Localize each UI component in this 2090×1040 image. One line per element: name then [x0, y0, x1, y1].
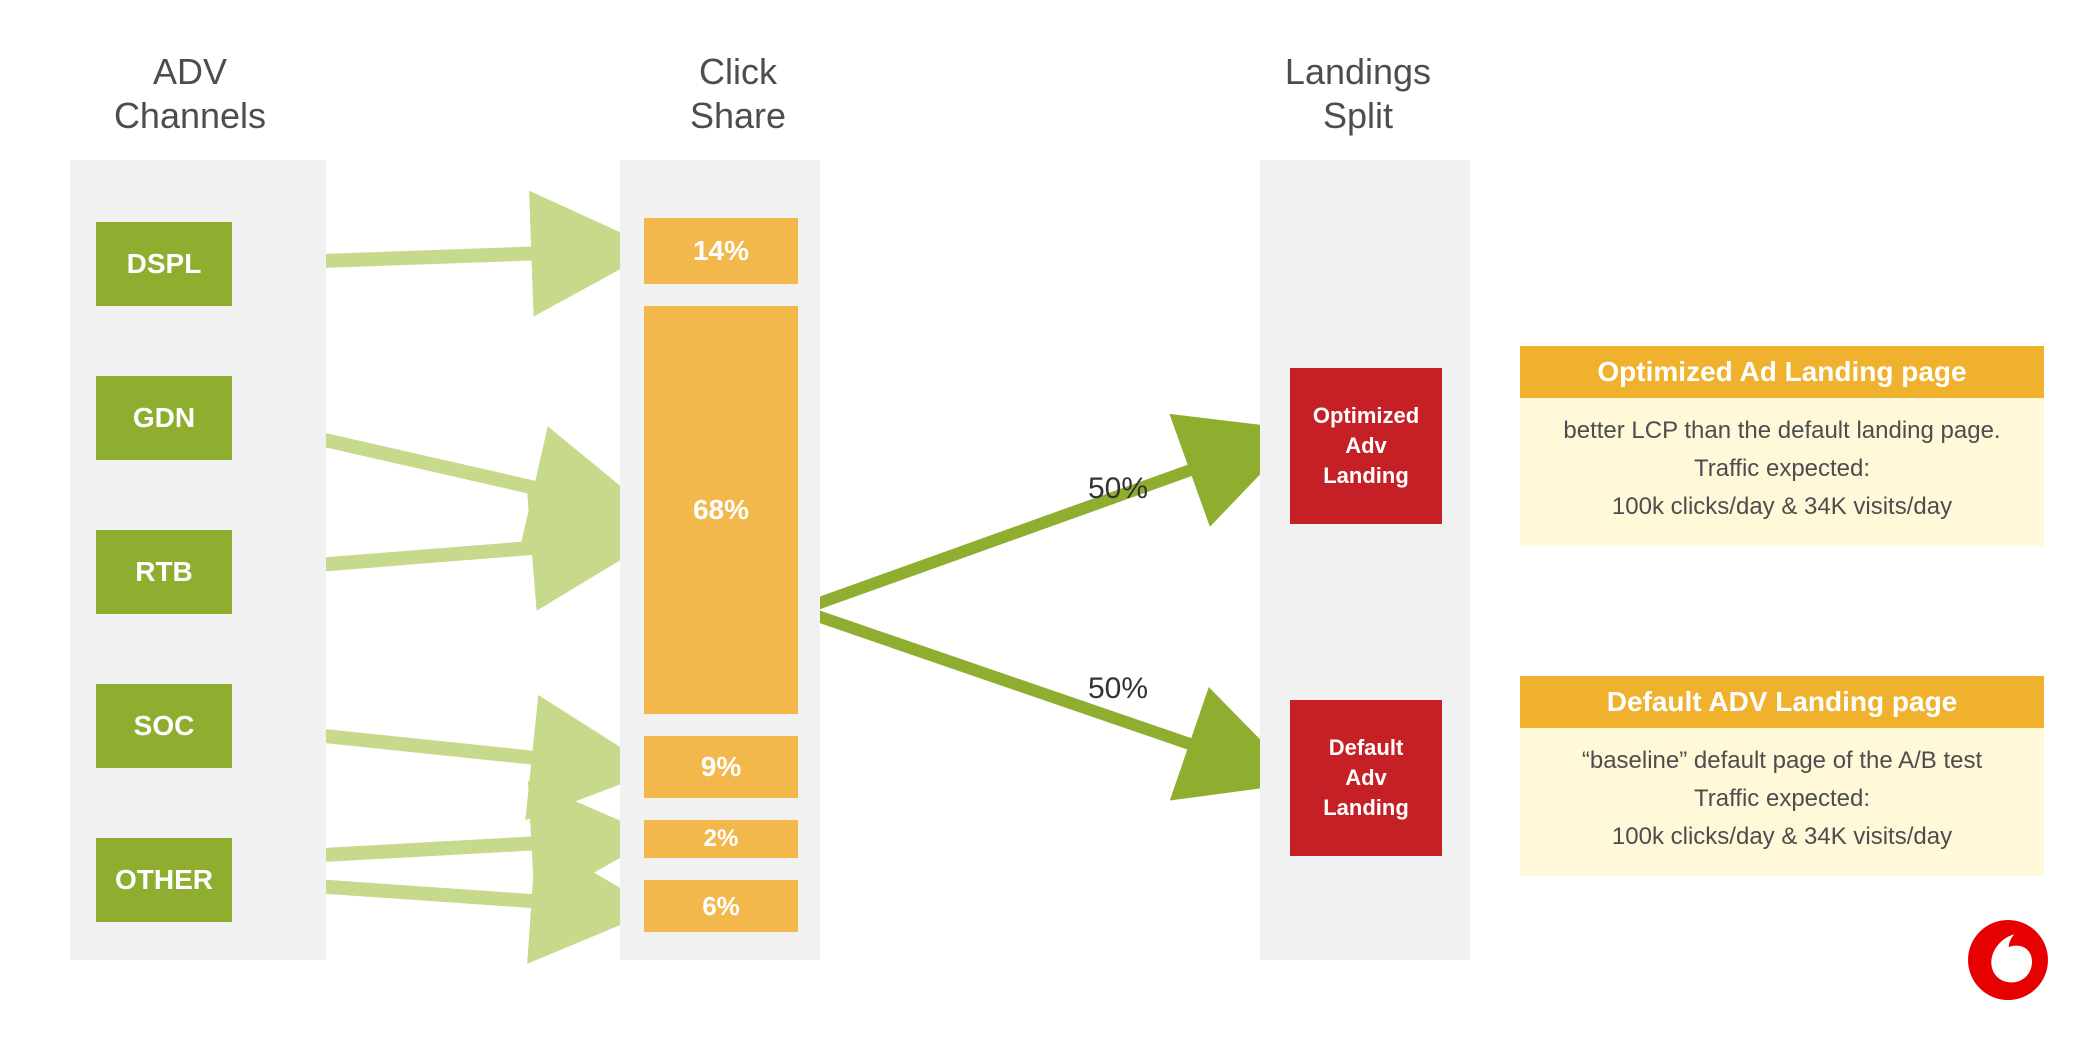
card-optimized-line1: better LCP than the default landing page… — [1540, 412, 2024, 450]
card-default-line3: 100k clicks/day & 34K visits/day — [1540, 818, 2024, 856]
share-two: 2% — [644, 820, 798, 858]
landing-default: Default Adv Landing — [1290, 700, 1442, 856]
header-clickshare: Click Share — [628, 50, 848, 138]
channel-rtb: RTB — [96, 530, 232, 614]
channel-dspl: DSPL — [96, 222, 232, 306]
card-optimized-body: better LCP than the default landing page… — [1520, 398, 2044, 546]
channel-other: OTHER — [96, 838, 232, 922]
share-soc: 9% — [644, 736, 798, 798]
card-default-title: Default ADV Landing page — [1520, 676, 2044, 728]
speechmark-icon — [1968, 920, 2048, 1000]
share-other: 6% — [644, 880, 798, 932]
header-channels: ADV Channels — [80, 50, 300, 138]
arrow-split-bot — [800, 610, 1280, 775]
header-landings: Landings Split — [1248, 50, 1468, 138]
card-default-line1: “baseline” default page of the A/B test — [1540, 742, 2024, 780]
card-default-line2: Traffic expected: — [1540, 780, 2024, 818]
card-optimized: Optimized Ad Landing page better LCP tha… — [1520, 346, 2044, 546]
share-main: 68% — [644, 306, 798, 714]
card-optimized-line3: 100k clicks/day & 34K visits/day — [1540, 488, 2024, 526]
channel-soc: SOC — [96, 684, 232, 768]
diagram-canvas: ADV Channels Click Share Landings Split … — [0, 0, 2090, 1040]
arrow-split-top — [800, 438, 1280, 610]
landing-optimized: Optimized Adv Landing — [1290, 368, 1442, 524]
card-default: Default ADV Landing page “baseline” defa… — [1520, 676, 2044, 876]
card-default-body: “baseline” default page of the A/B test … — [1520, 728, 2044, 876]
channel-gdn: GDN — [96, 376, 232, 460]
split-label-top: 50% — [1088, 472, 1148, 506]
split-label-bot: 50% — [1088, 672, 1148, 706]
share-dspl: 14% — [644, 218, 798, 284]
brand-logo — [1968, 920, 2048, 1000]
card-optimized-line2: Traffic expected: — [1540, 450, 2024, 488]
card-optimized-title: Optimized Ad Landing page — [1520, 346, 2044, 398]
